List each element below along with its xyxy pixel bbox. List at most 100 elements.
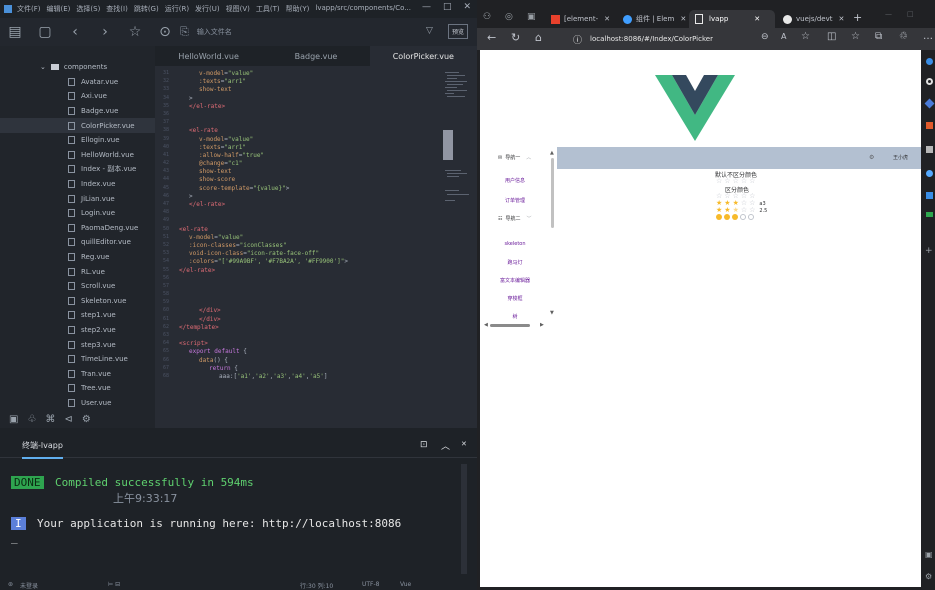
collections-icon[interactable]: ⧉ bbox=[875, 31, 882, 42]
face-icon[interactable] bbox=[716, 214, 722, 220]
tab-close-icon[interactable]: ✕ bbox=[680, 15, 686, 23]
copilot-icon[interactable] bbox=[926, 78, 933, 85]
git-icon[interactable]: ♧ bbox=[27, 414, 36, 425]
tools-icon[interactable] bbox=[924, 98, 935, 109]
file-item[interactable]: ColorPicker.vue bbox=[0, 118, 155, 133]
star-icon[interactable]: ☆ bbox=[749, 178, 755, 185]
new-tab-button[interactable]: + bbox=[853, 11, 862, 24]
search-icon[interactable] bbox=[926, 58, 933, 65]
run-icon[interactable]: ⊙ bbox=[150, 24, 180, 40]
browser-tab-elem[interactable]: 组件 | Elem ✕ bbox=[617, 10, 689, 28]
file-item[interactable]: Badge.vue bbox=[0, 104, 155, 119]
tab-close-icon[interactable]: ✕ bbox=[754, 15, 760, 23]
save-all-icon[interactable]: ▤ bbox=[0, 24, 30, 40]
star-icon[interactable]: ☆ bbox=[120, 24, 150, 40]
file-item[interactable]: Skeleton.vue bbox=[0, 294, 155, 309]
code-editor[interactable]: 31 v-model="value" 32:texts="arr1" 33 show-t… bbox=[155, 66, 477, 428]
star-icon[interactable]: ☆ bbox=[749, 207, 755, 214]
browser-tab-lvapp[interactable]: lvapp ✕ bbox=[689, 10, 775, 28]
chevron-up-icon[interactable]: ︿ bbox=[441, 439, 450, 452]
status-icons[interactable]: ⊨ ⊟ bbox=[108, 581, 120, 588]
close-button[interactable]: ✕ bbox=[463, 2, 471, 12]
zoom-icon[interactable]: ⊖ bbox=[761, 32, 769, 42]
star-icon[interactable]: ☆ bbox=[724, 178, 730, 185]
user-icon[interactable]: ⊛ bbox=[8, 581, 13, 588]
sidebar-item-orders[interactable]: 订单管理 bbox=[480, 197, 550, 204]
star-icon[interactable]: ☆ bbox=[741, 178, 747, 185]
browser-maximize-button[interactable]: □ bbox=[907, 10, 914, 18]
sidebar-item-transfer[interactable]: 穿梭框 bbox=[480, 295, 550, 302]
face-icon[interactable] bbox=[724, 214, 730, 220]
file-item[interactable]: RL.vue bbox=[0, 264, 155, 279]
more-icon[interactable]: … bbox=[923, 31, 933, 42]
office-icon[interactable] bbox=[926, 122, 933, 129]
file-item[interactable]: Tran.vue bbox=[0, 366, 155, 381]
rate-default[interactable]: ☆ ☆ ☆ ☆ ☆ bbox=[716, 178, 755, 185]
minimize-button[interactable]: — bbox=[422, 2, 431, 12]
settings-icon[interactable]: ⚙ bbox=[82, 414, 91, 425]
file-item[interactable]: JiLian.vue bbox=[0, 191, 155, 206]
add-icon[interactable]: + bbox=[925, 246, 933, 256]
file-item[interactable]: Tree.vue bbox=[0, 381, 155, 396]
file-item[interactable]: step2.vue bbox=[0, 323, 155, 338]
sidebar-h-scrollbar[interactable]: ◀ ▶ bbox=[484, 322, 546, 328]
sidebar-item-user-info[interactable]: 用户信息 bbox=[480, 177, 550, 184]
workspaces-icon[interactable]: ◎ bbox=[505, 12, 513, 22]
sidebar-item-skeleton[interactable]: skeleton bbox=[480, 241, 550, 247]
file-item[interactable]: Index.vue bbox=[0, 177, 155, 192]
terminal-tab[interactable]: 终端-lvapp bbox=[22, 440, 63, 459]
file-item[interactable]: step3.vue bbox=[0, 337, 155, 352]
sidebar-scrollbar[interactable]: ▲ ▼ bbox=[550, 150, 556, 320]
file-item[interactable]: HelloWorld.vue bbox=[0, 148, 155, 163]
profile-icon[interactable]: ⚇ bbox=[483, 12, 491, 22]
star-icon[interactable]: ☆ bbox=[716, 178, 722, 185]
file-item[interactable]: Avatar.vue bbox=[0, 75, 155, 90]
menu-item[interactable]: 发行(U) bbox=[195, 4, 220, 14]
menu-item[interactable]: lvapp/src/components/Co... bbox=[315, 4, 411, 14]
tab-close-icon[interactable]: ✕ bbox=[838, 15, 844, 23]
share-icon[interactable]: ⊲ bbox=[64, 414, 72, 425]
close-panel-icon[interactable]: ✕ bbox=[461, 440, 467, 448]
forward-arrow-icon[interactable]: › bbox=[90, 24, 120, 40]
file-item[interactable]: Axi.vue bbox=[0, 89, 155, 104]
save-icon[interactable]: ▢ bbox=[30, 24, 60, 40]
menu-item[interactable]: 文件(F) bbox=[17, 4, 41, 14]
filter-icon[interactable]: ▽ bbox=[426, 26, 433, 36]
terminal-scrollbar[interactable] bbox=[461, 464, 467, 574]
search-file-input[interactable]: ⎘ 输入文件名 bbox=[180, 25, 380, 39]
file-language[interactable]: Vue bbox=[400, 581, 411, 588]
menu-item[interactable]: 跳转(G) bbox=[134, 4, 159, 14]
nav-group-1[interactable]: ✉ 导航一 ︿ bbox=[498, 154, 531, 162]
file-item[interactable]: Scroll.vue bbox=[0, 279, 155, 294]
read-aloud-icon[interactable]: A bbox=[781, 32, 786, 41]
star-icon[interactable]: ★ bbox=[716, 207, 722, 214]
drop-icon[interactable] bbox=[926, 192, 933, 199]
back-arrow-icon[interactable]: ‹ bbox=[60, 24, 90, 40]
maximize-button[interactable]: □ bbox=[443, 2, 452, 12]
favorite-icon[interactable]: ☆ bbox=[801, 31, 810, 42]
favorites-icon[interactable]: ☆ bbox=[851, 31, 860, 42]
sidebar-item-rich-editor[interactable]: 富文本编辑器 bbox=[480, 277, 550, 284]
plugin-icon[interactable]: ⌘ bbox=[45, 414, 55, 425]
menu-item[interactable]: 选择(S) bbox=[76, 4, 100, 14]
sidebar-item-tree[interactable]: 树 bbox=[480, 313, 550, 320]
sidebar-item-marquee[interactable]: 跑马灯 bbox=[480, 259, 550, 266]
menu-item[interactable]: 工具(T) bbox=[256, 4, 280, 14]
explorer-icon[interactable]: ▣ bbox=[9, 414, 18, 425]
tab-actions-icon[interactable]: ▣ bbox=[527, 12, 536, 22]
browser-minimize-button[interactable]: — bbox=[885, 10, 892, 18]
file-item[interactable]: Ellogin.vue bbox=[0, 133, 155, 148]
file-item[interactable]: step1.vue bbox=[0, 308, 155, 323]
face-icon[interactable] bbox=[732, 214, 738, 220]
shopping-icon[interactable] bbox=[926, 212, 933, 217]
star-icon[interactable]: ☆ bbox=[733, 178, 739, 185]
menu-item[interactable]: 编辑(E) bbox=[47, 4, 71, 14]
nav-group-2[interactable]: ☷ 导航二 ﹀ bbox=[498, 215, 532, 223]
back-icon[interactable]: ← bbox=[487, 31, 496, 44]
folder-components[interactable]: ⌄ components bbox=[0, 60, 155, 75]
star-icon[interactable]: ★ bbox=[733, 207, 739, 214]
browser-tab-element[interactable]: [element- ✕ bbox=[545, 10, 615, 28]
terminal-new-icon[interactable]: ⊡ bbox=[420, 440, 428, 450]
file-item[interactable]: Index - 副本.vue bbox=[0, 162, 155, 177]
face-icon[interactable] bbox=[748, 214, 754, 220]
